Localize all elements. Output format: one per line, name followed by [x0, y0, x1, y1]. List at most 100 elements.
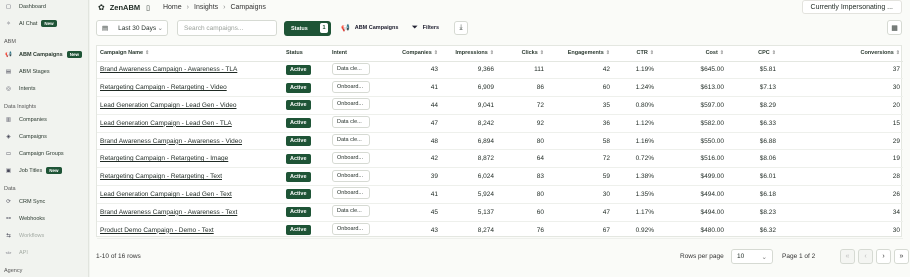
intent-select[interactable]: Data cle...	[332, 205, 370, 218]
campaign-name-link[interactable]: Brand Awareness Campaign - Awareness - T…	[100, 209, 237, 216]
intent-select[interactable]: Onboard...	[332, 169, 370, 182]
sidebar-item-abm-stages[interactable]: ▤ ABM Stages	[4, 66, 50, 77]
sidebar-item-campaigns[interactable]: ◈ Campaigns	[4, 131, 46, 142]
workflow-icon: ⇆	[6, 232, 11, 239]
cell-conversions: 37	[779, 61, 903, 80]
cell-value: 59	[602, 173, 610, 181]
sidebar-item-workflows[interactable]: ⇆ Workflows	[4, 230, 44, 241]
breadcrumb-campaigns: Campaigns	[230, 4, 266, 11]
campaign-name-link[interactable]: Retargeting Campaign - Retargeting - Vid…	[100, 84, 227, 91]
column-header-cpc[interactable]: CPC ⇕	[727, 46, 779, 62]
intent-select[interactable]: Data cle...	[332, 116, 370, 129]
first-page-button[interactable]: «	[840, 249, 855, 264]
column-header-cost[interactable]: Cost ⇕	[657, 46, 727, 62]
abm-campaigns-filter-button[interactable]: 📢 ABM Campaigns	[341, 20, 398, 36]
cell-value: 60	[536, 208, 544, 216]
campaign-name-link[interactable]: Brand Awareness Campaign - Awareness - T…	[100, 66, 237, 73]
campaign-name-link[interactable]: Product Demo Campaign - Demo - Text	[100, 227, 214, 234]
rows-per-page-select[interactable]: 10 ⌄	[731, 249, 773, 264]
sidebar-item-label: Companies	[19, 116, 47, 123]
cell-value: 67	[602, 226, 610, 234]
column-settings-button[interactable]: ▦	[887, 20, 902, 35]
campaign-name-link[interactable]: Lead Generation Campaign - Lead Gen - Vi…	[100, 102, 236, 109]
cell-value: 72	[536, 101, 544, 109]
cell-value: 86	[536, 84, 544, 92]
prev-page-button[interactable]: ‹	[858, 249, 873, 264]
breadcrumb-insights[interactable]: Insights	[194, 4, 218, 11]
column-header-ctr[interactable]: CTR ⇕	[613, 46, 657, 62]
sidebar-item-webhooks[interactable]: ⚯ Webhooks	[4, 213, 45, 224]
sidebar-item-intents[interactable]: ◎ Intents	[4, 83, 35, 94]
cell-value: 6,909	[477, 84, 494, 92]
column-header-name[interactable]: Campaign Name ⇕	[97, 46, 283, 62]
new-badge: New	[41, 20, 57, 27]
column-header-companies[interactable]: Companies ⇕	[385, 46, 441, 62]
cell-value: $6.18	[759, 190, 776, 198]
column-header-conversions[interactable]: Conversions ⇕	[779, 46, 903, 62]
filters-button[interactable]: ⏷ Filters	[412, 20, 439, 36]
impersonation-button[interactable]: Currently Impersonating ...	[801, 0, 902, 14]
intent-select[interactable]: Onboard...	[332, 98, 370, 111]
sidebar-item-ai-chat[interactable]: ✧ AI Chat New	[4, 18, 57, 29]
cell-value: 30	[602, 190, 610, 198]
campaign-name-link[interactable]: Retargeting Campaign - Retargeting - Ima…	[100, 155, 228, 162]
status-filter-button[interactable]: Status 1	[284, 21, 331, 36]
status-badge: Active	[286, 171, 311, 182]
campaign-name-link[interactable]: Retargeting Campaign - Retargeting - Tex…	[100, 173, 222, 180]
chevron-down-icon: ⌄	[157, 25, 163, 32]
table-row: Product Demo Campaign - Demo - Text Activ…	[97, 221, 903, 240]
intent-select[interactable]: Onboard...	[332, 187, 370, 200]
date-range-button[interactable]: ▤ Last 30 Days ⌄	[96, 20, 168, 36]
column-header-clicks[interactable]: Clicks ⇕	[497, 46, 547, 62]
next-page-button[interactable]: ›	[876, 249, 891, 264]
cell-value: $5.81	[759, 66, 776, 74]
cell-conversions: 20	[779, 96, 903, 115]
intent-select[interactable]: Data cle...	[332, 134, 370, 147]
status-badge: Active	[286, 189, 311, 200]
cell-value: 60	[602, 84, 610, 92]
cell-ctr: 0.92%	[613, 221, 657, 240]
cell-value: 39	[430, 173, 438, 181]
cell-value: $499.00	[700, 173, 725, 181]
cell-cpc: $6.01	[727, 167, 779, 187]
search-input[interactable]	[177, 20, 277, 36]
cell-cost: $613.00	[657, 78, 727, 98]
cell-conversions: 19	[779, 149, 903, 169]
cell-clicks: 76	[497, 221, 547, 240]
table-row: Brand Awareness Campaign - Awareness - T…	[97, 203, 903, 222]
cell-value: 1.24%	[635, 84, 654, 92]
campaign-name-link[interactable]: Lead Generation Campaign - Lead Gen - TL…	[100, 120, 232, 127]
sidebar-item-job-titles[interactable]: ▣ Job Titles New	[4, 165, 62, 176]
toolbar: ▤ Last 30 Days ⌄ Status 1 📢 ABM Campaign…	[90, 20, 910, 36]
sidebar-item-label: ABM Campaigns	[19, 51, 63, 58]
filters-label: Filters	[422, 25, 440, 31]
cell-cpc: $6.88	[727, 132, 779, 151]
top-bar: ✿ ZenABM ▯ Home › Insights › Campaigns C…	[90, 0, 910, 15]
sidebar-item-api[interactable]: </> API	[4, 247, 28, 258]
sidebar-item-abm-campaigns[interactable]: 📢 ABM Campaigns New	[4, 49, 82, 60]
sidebar-item-crm-sync[interactable]: ⟳ CRM Sync	[4, 196, 45, 207]
intent-select[interactable]: Onboard...	[332, 223, 370, 236]
cell-value: $582.00	[700, 119, 725, 127]
cell-cost: $494.00	[657, 203, 727, 222]
column-header-engagements[interactable]: Engagements ⇕	[547, 46, 613, 62]
last-page-button[interactable]: »	[894, 249, 909, 264]
campaign-name-link[interactable]: Brand Awareness Campaign - Awareness - V…	[100, 138, 242, 145]
calendar-icon: ▤	[102, 25, 109, 32]
chevron-down-icon: ⌄	[761, 253, 767, 261]
breadcrumb-home[interactable]: Home	[163, 4, 182, 11]
intent-select[interactable]: Data cle...	[332, 62, 370, 75]
column-header-impressions[interactable]: Impressions ⇕	[441, 46, 497, 62]
cell-name: Lead Generation Campaign - Lead Gen - TL…	[97, 114, 283, 133]
download-button[interactable]: ⤓	[454, 21, 468, 35]
sidebar-item-companies[interactable]: ▥ Companies	[4, 114, 47, 125]
sidebar-item-campaign-groups[interactable]: ▭ Campaign Groups	[4, 148, 64, 159]
campaign-name-link[interactable]: Lead Generation Campaign - Lead Gen - Te…	[100, 191, 232, 198]
sidebar-toggle-icon[interactable]: ▯	[146, 4, 150, 12]
table-row: Brand Awareness Campaign - Awareness - V…	[97, 132, 903, 151]
intent-select[interactable]: Onboard...	[332, 80, 370, 93]
sidebar-item-dashboard[interactable]: ▢ Dashboard	[4, 1, 46, 12]
intent-select[interactable]: Onboard...	[332, 151, 370, 164]
cell-value: 0.80%	[635, 101, 654, 109]
cell-companies: 48	[385, 132, 441, 151]
